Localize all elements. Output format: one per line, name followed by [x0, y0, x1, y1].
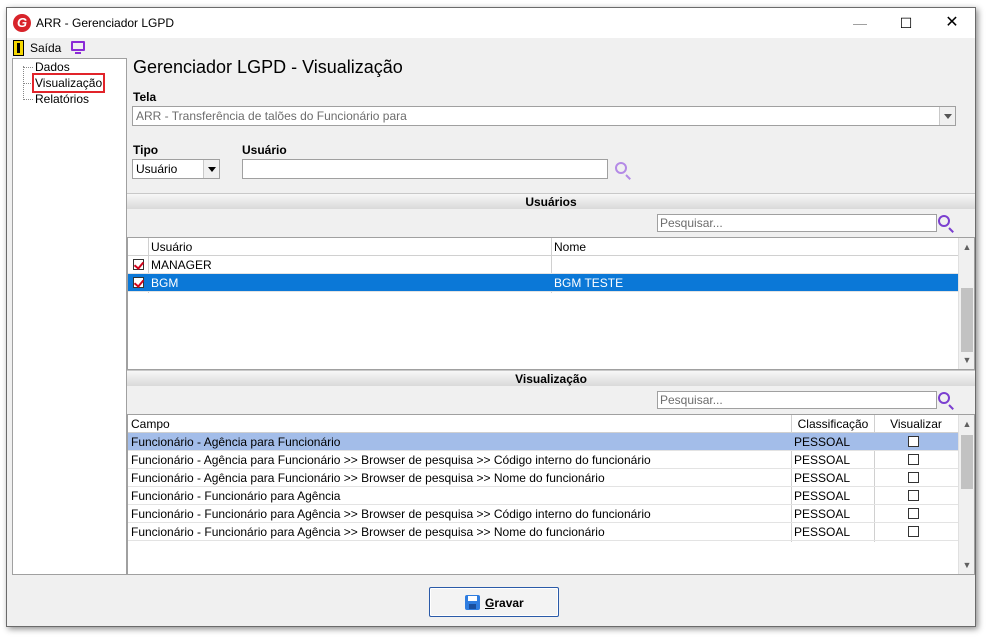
exit-door-icon[interactable] [13, 40, 24, 56]
tipo-select[interactable]: Usuário [132, 159, 220, 179]
row-checkbox[interactable] [133, 277, 144, 288]
table-row-selected[interactable]: Funcionário - Agência para Funcionário P… [128, 433, 960, 451]
tipo-label: Tipo [133, 143, 159, 157]
tela-label: Tela [133, 90, 157, 104]
visualizacao-search-input[interactable]: Pesquisar... [657, 391, 937, 409]
visualizacao-table-header: Campo Classificação Visualizar [128, 415, 960, 433]
tela-select-value: ARR - Transferência de talões do Funcion… [136, 109, 407, 123]
visualizacao-scrollbar[interactable]: ▲ ▼ [958, 415, 974, 574]
close-button[interactable]: ✕ [929, 8, 975, 38]
menu-bar: Saída [7, 38, 975, 58]
scroll-thumb[interactable] [961, 435, 973, 489]
table-row[interactable]: Funcionário - Funcionário para Agência >… [128, 505, 960, 523]
cell-classificacao: PESSOAL [794, 471, 851, 485]
cell-nome: BGM TESTE [554, 276, 624, 290]
visualizacao-section-header: Visualização [127, 370, 975, 386]
search-icon[interactable] [938, 215, 950, 227]
cell-nome [552, 256, 952, 274]
cell-classificacao: PESSOAL [794, 507, 851, 521]
cell-campo: Funcionário - Agência para Funcionário [131, 435, 341, 449]
usuarios-search-input[interactable]: Pesquisar... [657, 214, 937, 232]
tree-branch [23, 67, 33, 68]
cell-classificacao: PESSOAL [794, 525, 851, 539]
visualizacao-table: Campo Classificação Visualizar Funcionár… [127, 414, 975, 575]
usuario-input[interactable] [242, 159, 608, 179]
save-button[interactable]: Gravar [429, 587, 559, 617]
tree-branch [23, 99, 33, 100]
cell-campo: Funcionário - Funcionário para Agência >… [131, 507, 651, 521]
row-checkbox[interactable] [133, 259, 144, 270]
floppy-disk-icon [465, 595, 480, 610]
usuarios-table: Usuário Nome MANAGER BGM BGM TESTE ▲ ▼ [127, 237, 975, 370]
search-icon[interactable] [615, 162, 627, 174]
sidebar-item-dados[interactable]: Dados [35, 60, 70, 74]
visualizar-checkbox[interactable] [908, 472, 919, 483]
tela-select[interactable]: ARR - Transferência de talões do Funcion… [132, 106, 956, 126]
sidebar-item-relatorios[interactable]: Relatórios [35, 92, 89, 106]
table-row[interactable]: MANAGER [128, 256, 960, 274]
exit-menu-item[interactable]: Saída [30, 41, 61, 55]
chevron-down-icon[interactable] [203, 160, 219, 178]
scroll-thumb[interactable] [961, 288, 973, 352]
cell-classificacao: PESSOAL [794, 453, 851, 467]
save-button-label: Gravar [485, 596, 524, 610]
usuarios-section-header: Usuários [127, 193, 975, 209]
table-row[interactable]: Funcionário - Agência para Funcionário >… [128, 469, 960, 487]
sidebar-item-visualizacao[interactable]: Visualização [31, 73, 106, 93]
scroll-down-icon[interactable]: ▼ [962, 560, 972, 570]
minimize-button[interactable]: — [837, 8, 883, 38]
cell-campo: Funcionário - Funcionário para Agência [131, 489, 341, 503]
monitor-icon[interactable] [71, 41, 85, 54]
search-icon[interactable] [938, 392, 950, 404]
save-label-rest: ravar [494, 596, 524, 610]
cell-classificacao: PESSOAL [794, 435, 851, 449]
cell-usuario: MANAGER [151, 258, 212, 272]
column-header-classificacao[interactable]: Classificação [792, 415, 874, 433]
visualizar-checkbox[interactable] [908, 508, 919, 519]
title-bar[interactable]: G ARR - Gerenciador LGPD — ☐ ✕ [7, 8, 975, 38]
scroll-up-icon[interactable]: ▲ [962, 419, 972, 429]
table-row[interactable]: Funcionário - Funcionário para Agência P… [128, 487, 960, 505]
scroll-up-icon[interactable]: ▲ [962, 242, 972, 252]
sidebar-tree: Dados Visualização Relatórios [12, 58, 127, 575]
tipo-select-value: Usuário [136, 162, 178, 176]
tree-branch [23, 83, 33, 84]
cell-campo: Funcionário - Agência para Funcionário >… [131, 471, 605, 485]
visualizar-checkbox[interactable] [908, 490, 919, 501]
window-title: ARR - Gerenciador LGPD [36, 16, 175, 30]
visualizar-checkbox[interactable] [908, 436, 919, 447]
column-header-usuario[interactable]: Usuário [149, 238, 549, 256]
cell-usuario: BGM [151, 276, 179, 290]
cell-campo: Funcionário - Funcionário para Agência >… [131, 525, 605, 539]
maximize-button[interactable]: ☐ [883, 8, 929, 38]
table-row-selected[interactable]: BGM BGM TESTE [128, 274, 960, 292]
chevron-down-icon[interactable] [939, 107, 955, 125]
cell-campo: Funcionário - Agência para Funcionário >… [131, 453, 651, 467]
usuarios-table-header: Usuário Nome [128, 238, 960, 256]
page-title: Gerenciador LGPD - Visualização [133, 57, 403, 77]
save-mnemonic: G [485, 596, 495, 610]
usuarios-scrollbar[interactable]: ▲ ▼ [958, 238, 974, 369]
visualizar-checkbox[interactable] [908, 526, 919, 537]
scroll-down-icon[interactable]: ▼ [962, 355, 972, 365]
usuario-label: Usuário [242, 143, 287, 157]
table-row[interactable]: Funcionário - Agência para Funcionário >… [128, 451, 960, 469]
table-row[interactable]: Funcionário - Funcionário para Agência >… [128, 523, 960, 541]
app-window: G ARR - Gerenciador LGPD — ☐ ✕ Saída Dad… [6, 7, 976, 627]
column-header-visualizar[interactable]: Visualizar [875, 415, 957, 433]
cell-classificacao: PESSOAL [794, 489, 851, 503]
column-header-campo[interactable]: Campo [129, 415, 789, 433]
app-logo-icon: G [13, 14, 31, 32]
column-header-nome[interactable]: Nome [552, 238, 952, 256]
visualizar-checkbox[interactable] [908, 454, 919, 465]
